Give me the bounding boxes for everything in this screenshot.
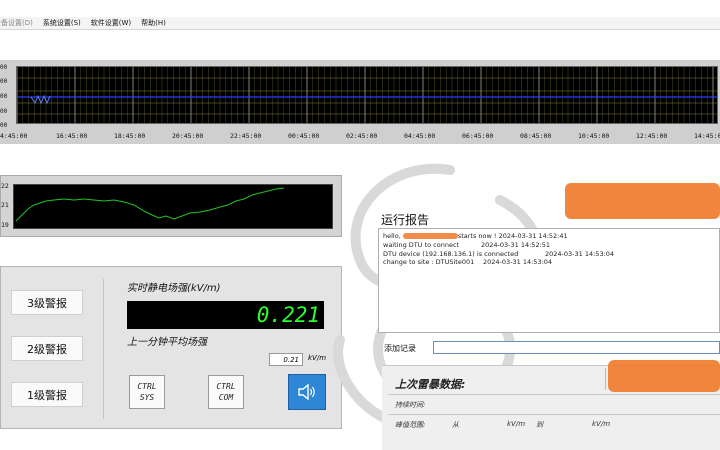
log-line-time: 2024-03-31 14:53:04 bbox=[545, 250, 615, 258]
peak-range-from: 从 bbox=[452, 421, 459, 429]
log-title: 运行报告 bbox=[381, 213, 430, 227]
strip-xtick: 02:45:00 bbox=[346, 132, 378, 140]
strip-xtick: 4:45:00 bbox=[0, 132, 28, 140]
last-storm-title: 上次雷暴数据: bbox=[395, 378, 466, 391]
mini-plot-svg bbox=[15, 187, 285, 222]
realtime-field-label: 实时静电场强(kV/m) bbox=[127, 283, 221, 294]
realtime-field-display: 0.221 bbox=[127, 301, 324, 329]
strip-ytick: 00 bbox=[0, 93, 8, 100]
menu-bar: 设备设置(D) 系统设置(S) 软件设置(W) 帮助(H) bbox=[0, 17, 720, 30]
ctrl-com-button[interactable]: CTRL COM bbox=[208, 375, 244, 409]
peak-range-unit2: kV/m bbox=[592, 420, 611, 428]
menu-software-settings[interactable]: 软件设置(W) bbox=[91, 18, 131, 28]
strip-xtick: 08:45:00 bbox=[520, 132, 552, 140]
strip-ytick: 00 bbox=[0, 122, 8, 129]
menu-help[interactable]: 帮助(H) bbox=[141, 18, 166, 28]
redacted-block bbox=[565, 183, 720, 219]
menu-system-settings[interactable]: 系统设置(S) bbox=[43, 18, 81, 28]
ctrl-com-line1: CTRL bbox=[216, 382, 236, 391]
duration-label: 持续时间: bbox=[395, 401, 426, 409]
log-line: change to site : DTUSite001 bbox=[383, 258, 475, 266]
strip-plot-area bbox=[16, 66, 718, 124]
strip-xtick: 04:45:00 bbox=[404, 132, 436, 140]
strip-xtick: 20:45:00 bbox=[172, 132, 204, 140]
alarm-level-1-button[interactable]: 1级警报 bbox=[11, 382, 83, 407]
strip-xtick: 14:45:00 bbox=[694, 132, 720, 140]
mini-plot-area bbox=[13, 184, 333, 229]
menu-device-settings[interactable]: 设备设置(D) bbox=[0, 18, 33, 28]
panel-divider bbox=[103, 279, 104, 419]
strip-xtick: 06:45:00 bbox=[462, 132, 494, 140]
ctrl-com-line2: COM bbox=[218, 393, 234, 402]
strip-xtick: 10:45:00 bbox=[578, 132, 610, 140]
redacted-block bbox=[608, 360, 720, 392]
strip-ytick: 00 bbox=[0, 64, 8, 71]
avg-field-value: 0.21 bbox=[269, 353, 303, 366]
strip-xtick: 22:45:00 bbox=[230, 132, 262, 140]
mini-ytick: 21 bbox=[1, 201, 9, 209]
separator-line bbox=[388, 394, 720, 395]
avg-field-label: 上一分钟平均场强 bbox=[127, 337, 207, 348]
log-line-time: 2024-03-31 14:53:04 bbox=[483, 258, 553, 266]
control-panel: 3级警报 2级警报 1级警报 实时静电场强(kV/m) 0.221 上一分钟平均… bbox=[0, 266, 342, 429]
add-record-input[interactable] bbox=[433, 341, 720, 354]
ctrl-sys-button[interactable]: CTRL SYS bbox=[129, 375, 165, 409]
strip-plot-svg bbox=[17, 67, 717, 123]
strip-ytick: 00 bbox=[0, 108, 8, 115]
strip-xtick: 18:45:00 bbox=[114, 132, 146, 140]
log-line-time: 2024-03-31 14:52:51 bbox=[481, 241, 551, 249]
alarm-level-3-button[interactable]: 3级警报 bbox=[11, 290, 83, 315]
strip-xtick: 12:45:00 bbox=[636, 132, 668, 140]
add-record-label: 添加记录 bbox=[384, 344, 416, 353]
log-textarea[interactable]: hello, starts now ! 2024-03-31 14:52:41 … bbox=[378, 228, 720, 333]
separator-line bbox=[388, 414, 720, 415]
alarm-level-2-button[interactable]: 2级警报 bbox=[11, 336, 83, 361]
last-storm-separator bbox=[605, 368, 606, 390]
history-strip-chart: 00 00 00 00 00 4:45:00 16:45:00 18:45:00 20… bbox=[0, 60, 720, 144]
log-line: DTU device (192.168.136.1) is connected bbox=[383, 250, 519, 258]
peak-range-label: 峰值范围: bbox=[395, 421, 426, 429]
mini-trace bbox=[15, 187, 285, 222]
strip-ytick: 00 bbox=[0, 78, 8, 85]
log-line: hello, starts now ! 2024-03-31 14:52:41 bbox=[383, 232, 568, 240]
ctrl-sys-line1: CTRL bbox=[137, 382, 157, 391]
peak-range-unit1: kV/m bbox=[507, 420, 526, 428]
mini-trend-chart: 22 21 19 bbox=[0, 175, 342, 237]
ctrl-sys-line2: SYS bbox=[139, 393, 155, 402]
strip-xtick: 00:45:00 bbox=[288, 132, 320, 140]
mini-ytick: 22 bbox=[1, 182, 9, 190]
strip-xtick: 16:45:00 bbox=[56, 132, 88, 140]
mini-ytick: 19 bbox=[1, 221, 9, 229]
peak-range-to: 到 bbox=[536, 421, 543, 429]
log-line: waiting DTU to connect bbox=[383, 241, 460, 249]
